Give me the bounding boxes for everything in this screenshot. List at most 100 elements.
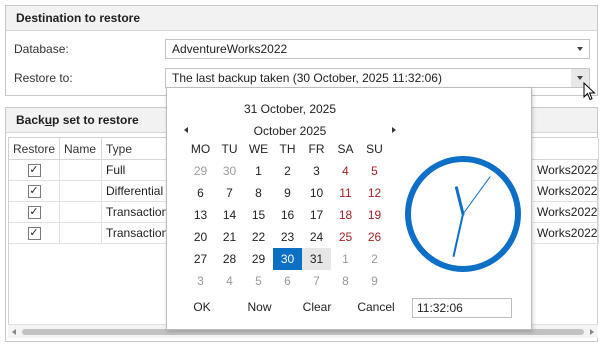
name-cell [60,223,102,244]
database-cell: Works2022 [533,202,599,223]
calendar-day[interactable]: 9 [273,182,302,204]
clock-icon [405,156,521,272]
database-cell: Works2022 [533,223,599,244]
calendar-day[interactable]: 18 [331,204,360,226]
database-cell: Works2022 [533,160,599,181]
calendar-day[interactable]: 1 [331,248,360,270]
calendar-day[interactable]: 19 [360,204,389,226]
calendar-day[interactable]: 26 [360,226,389,248]
arrow-right-icon[interactable] [390,125,398,135]
calendar-day[interactable]: 30 [273,248,302,270]
restore-to-combo[interactable]: The last backup taken (30 October, 2025 … [165,68,590,88]
table-row[interactable]: ✓ [9,181,60,202]
calendar-day[interactable]: 8 [331,270,360,292]
destination-header-label: Destination to restore [16,11,141,25]
scroll-right-icon[interactable] [590,329,594,335]
weekday-header: MO [190,142,211,156]
chevron-down-icon[interactable] [571,40,589,58]
calendar-day[interactable]: 21 [215,226,244,248]
table-row[interactable]: ✓ [9,160,60,181]
calendar-day[interactable]: 2 [360,248,389,270]
calendar-day[interactable]: 7 [215,182,244,204]
time-input[interactable] [412,298,512,318]
calendar-day[interactable]: 4 [215,270,244,292]
cancel-button[interactable]: Cancel [356,300,396,314]
database-label: Database: [14,42,69,56]
calendar-day[interactable]: 7 [302,270,331,292]
restore-checkbox[interactable]: ✓ [27,184,41,198]
database-value: AdventureWorks2022 [172,42,288,56]
column-header-name[interactable]: Name [60,138,102,160]
type-cell: Transaction [102,223,176,244]
clear-button[interactable]: Clear [301,300,333,314]
calendar-day[interactable]: 12 [360,182,389,204]
calendar-day[interactable]: 31 [302,248,331,270]
calendar-day[interactable]: 16 [273,204,302,226]
weekday-header: SU [366,142,383,156]
name-cell [60,181,102,202]
calendar-day[interactable]: 3 [302,160,331,182]
calendar-day[interactable]: 6 [273,270,302,292]
weekday-header: TH [279,142,296,156]
destination-header: Destination to restore [6,6,597,31]
calendar-day[interactable]: 5 [360,160,389,182]
clock-minute-hand [452,213,464,257]
type-cell: Transaction [102,202,176,223]
restore-checkbox[interactable]: ✓ [27,205,41,219]
selected-date-title: 31 October, 2025 [243,102,337,116]
calendar-day[interactable]: 11 [331,182,360,204]
check-icon: ✓ [29,184,39,197]
restore-checkbox[interactable]: ✓ [27,163,41,177]
calendar-day[interactable]: 4 [331,160,360,182]
calendar-day[interactable]: 3 [186,270,215,292]
calendar-day[interactable]: 23 [273,226,302,248]
weekday-header: WE [248,142,269,156]
calendar-day[interactable]: 17 [302,204,331,226]
clock-second-hand [462,176,491,215]
check-icon: ✓ [29,205,39,218]
calendar-day[interactable]: 2 [273,160,302,182]
column-header-restore[interactable]: Restore [9,138,60,160]
ok-button[interactable]: OK [187,300,217,314]
calendar-day[interactable]: 15 [244,204,273,226]
backup-set-header-label: Backup set to restore [16,113,139,127]
name-cell [60,160,102,181]
table-row[interactable]: ✓ [9,223,60,244]
calendar-day[interactable]: 20 [186,226,215,248]
calendar-day[interactable]: 24 [302,226,331,248]
calendar-day[interactable]: 1 [244,160,273,182]
weekday-header: FR [308,142,325,156]
calendar-day[interactable]: 9 [360,270,389,292]
check-icon: ✓ [29,163,39,176]
database-cell: Works2022 [533,181,599,202]
calendar-day[interactable]: 29 [186,160,215,182]
weekday-header: SA [337,142,354,156]
type-cell: Differential [102,181,176,202]
now-button[interactable]: Now [244,300,275,314]
calendar-day[interactable]: 22 [244,226,273,248]
clock-hour-hand [454,186,465,216]
type-cell: Full [102,160,176,181]
calendar-day[interactable]: 5 [244,270,273,292]
calendar-day[interactable]: 10 [302,182,331,204]
table-row[interactable]: ✓ [9,202,60,223]
check-icon: ✓ [29,226,39,239]
calendar-day[interactable]: 6 [186,182,215,204]
calendar-day[interactable]: 28 [215,248,244,270]
restore-checkbox[interactable]: ✓ [27,226,41,240]
calendar-day[interactable]: 30 [215,160,244,182]
calendar-day[interactable]: 25 [331,226,360,248]
month-label[interactable]: October 2025 [167,124,413,138]
calendar-day[interactable]: 14 [215,204,244,226]
restore-to-value: The last backup taken (30 October, 2025 … [172,71,442,85]
scroll-left-icon[interactable] [12,329,16,335]
calendar-day[interactable]: 29 [244,248,273,270]
calendar-day[interactable]: 27 [186,248,215,270]
calendar-day[interactable]: 8 [244,182,273,204]
weekday-header: TU [221,142,238,156]
calendar-day[interactable]: 13 [186,204,215,226]
restore-to-label: Restore to: [14,71,73,85]
datetime-popup: 31 October, 2025 October 2025 MO TU WE TH FR… [166,87,532,330]
database-combo[interactable]: AdventureWorks2022 [165,39,590,59]
mouse-pointer-icon [583,82,596,101]
